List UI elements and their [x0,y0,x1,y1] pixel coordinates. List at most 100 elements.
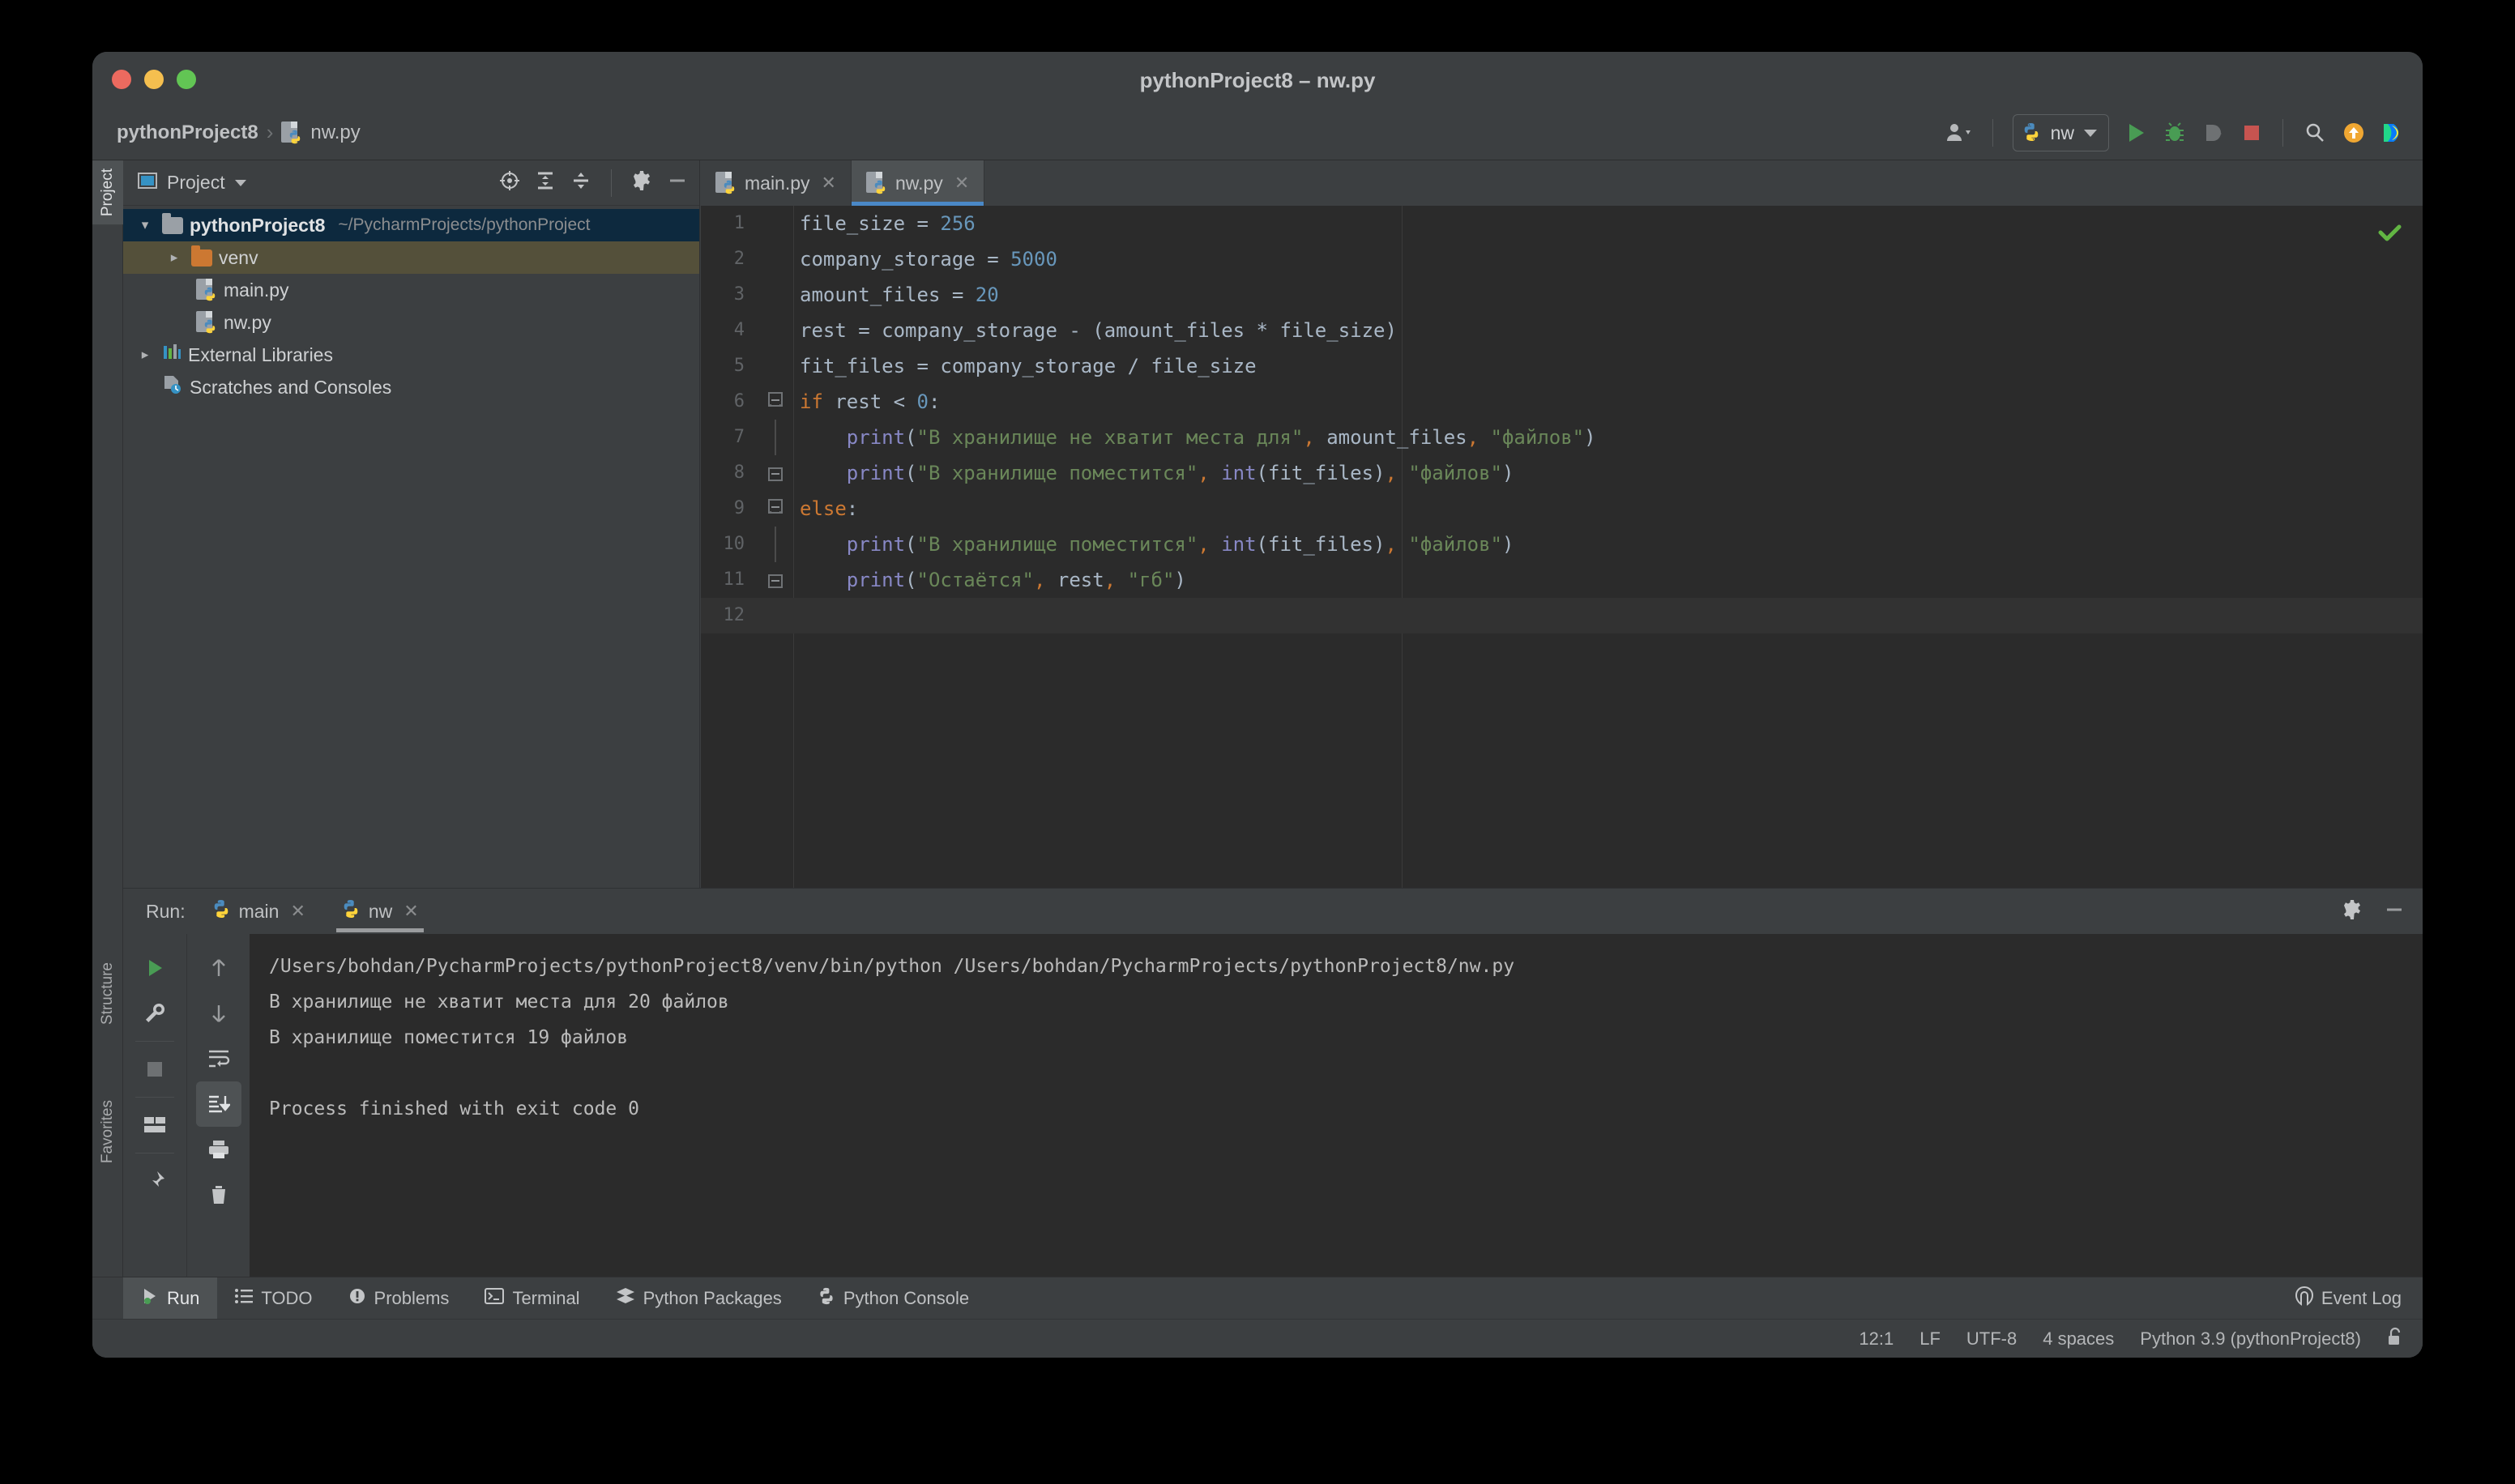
breadcrumb[interactable]: pythonProject8 › nw.py [92,120,361,145]
editor-tab-main-py[interactable]: main.py ✕ [701,160,852,206]
chevron-down-icon[interactable]: ▾ [135,217,156,233]
code-line-1[interactable]: 1 file_size = 256 [701,206,2423,241]
code-line-11[interactable]: 11 print("Остаётся", rest, "гб") [701,562,2423,598]
run-with-coverage-icon[interactable] [2201,121,2226,145]
line-separator[interactable]: LF [1919,1328,1941,1350]
file-encoding[interactable]: UTF-8 [1966,1328,2017,1350]
bottom-tab-todo[interactable]: TODO [217,1277,330,1320]
run-icon[interactable] [2124,121,2148,145]
collapse-all-icon[interactable] [570,170,591,195]
hide-icon[interactable] [667,170,688,195]
expand-all-icon[interactable] [535,170,556,195]
code-line-5[interactable]: 5 fit_files = company_storage / file_siz… [701,348,2423,384]
close-icon[interactable]: ✕ [290,901,305,922]
settings-icon[interactable] [2342,899,2363,924]
debug-icon[interactable] [2163,121,2187,145]
indent-setting[interactable]: 4 spaces [2043,1328,2114,1350]
fold-column[interactable] [759,455,793,491]
close-icon[interactable]: ✕ [822,173,836,194]
tree-item-pythonproject8[interactable]: ▾ pythonProject8 ~/PycharmProjects/pytho… [123,209,699,241]
rerun-icon[interactable] [132,945,177,991]
fold-column[interactable] [759,384,793,420]
python-interpreter[interactable]: Python 3.9 (pythonProject8) [2140,1328,2361,1350]
settings-icon[interactable] [631,170,652,195]
search-icon[interactable] [2303,121,2327,145]
tree-label: External Libraries [188,343,333,365]
trash-icon[interactable] [196,1172,241,1217]
navigation-bar: pythonProject8 › nw.py nw [92,105,2423,160]
code-line-4[interactable]: 4 rest = company_storage - (amount_files… [701,313,2423,348]
scroll-to-end-icon[interactable] [195,1081,241,1127]
code-lines[interactable]: 1 file_size = 256 2 company_storage = 50… [701,206,2423,633]
chevron-right-icon[interactable]: ▸ [135,347,156,363]
chevron-right-icon[interactable]: ▸ [164,249,185,266]
chevron-down-icon[interactable] [2084,129,2097,137]
run-tab-nw[interactable]: nw ✕ [331,889,429,934]
layout-icon[interactable] [132,1102,177,1148]
scratches-icon [162,375,183,399]
tree-item-nw-py[interactable]: nw.py [123,306,699,339]
user-icon[interactable] [1945,122,1973,144]
fold-end-icon[interactable] [766,463,785,481]
code-line-2[interactable]: 2 company_storage = 5000 [701,241,2423,277]
toolbar-separator [135,1041,174,1042]
editor-tab-nw-py[interactable]: nw.py ✕ [851,160,985,206]
code-text: amount_files = 20 [800,284,999,306]
run-configuration-selector[interactable]: nw [2012,114,2109,151]
fold-collapse-icon[interactable] [766,392,785,412]
desktop-background: pythonProject8 – nw.py pythonProject8 › … [0,0,2515,1484]
bottom-tab-label: Python Console [843,1287,970,1308]
rail-item-project[interactable]: Project [92,160,123,225]
fold-column[interactable] [759,562,793,598]
bottom-tab-problems[interactable]: Problems [331,1277,468,1320]
update-icon[interactable] [2342,121,2366,145]
down-icon[interactable] [196,991,241,1036]
bottom-tab-python-console[interactable]: Python Console [800,1277,987,1320]
print-icon[interactable] [196,1127,241,1172]
code-line-8[interactable]: 8 print("В хранилище поместится", int(fi… [701,455,2423,491]
tree-label: nw.py [224,311,271,333]
tree-item-main-py[interactable]: main.py [123,274,699,306]
stop-icon[interactable] [2240,122,2263,144]
run-tab-main[interactable]: main ✕ [202,889,315,934]
code-line-3[interactable]: 3 amount_files = 20 [701,277,2423,313]
line-number: 4 [733,320,745,340]
breadcrumb-project[interactable]: pythonProject8 [117,122,258,144]
unlocked-icon[interactable] [2387,1327,2403,1351]
fold-collapse-icon[interactable] [766,499,785,518]
event-log-button[interactable]: Event Log [2295,1286,2423,1311]
pin-icon[interactable] [132,1158,177,1204]
tree-item-scratches-and-consoles[interactable]: Scratches and Consoles [123,371,699,403]
code-line-6[interactable]: 6 if rest < 0: [701,384,2423,420]
rail-item-structure[interactable]: Structure [92,954,123,1033]
code-line-7[interactable]: 7 print("В хранилище не хватит места для… [701,420,2423,455]
jetbrains-toolbox-icon[interactable] [2380,121,2405,145]
fold-column[interactable] [759,491,793,527]
fold-column [759,277,793,313]
run-panel-label: Run: [146,900,186,922]
code-line-12[interactable]: 12 [701,598,2423,633]
chevron-down-icon[interactable] [234,179,246,186]
tree-item-external-libraries[interactable]: ▸ External Libraries [123,339,699,371]
close-icon[interactable]: ✕ [954,173,969,194]
bottom-tab-run[interactable]: Run [123,1277,218,1320]
bottom-tab-python-packages[interactable]: Python Packages [598,1277,800,1320]
hide-icon[interactable] [2384,899,2405,924]
code-line-10[interactable]: 10 print("В хранилище поместится", int(f… [701,527,2423,562]
bottom-tab-terminal[interactable]: Terminal [467,1277,597,1320]
soft-wrap-icon[interactable] [196,1036,241,1081]
caret-position[interactable]: 12:1 [1859,1328,1894,1350]
fold-column [759,313,793,348]
up-icon[interactable] [196,945,241,991]
line-number: 1 [733,213,745,233]
close-icon[interactable]: ✕ [404,901,418,922]
code-text: rest = company_storage - (amount_files *… [800,319,1397,342]
locate-icon[interactable] [499,170,520,195]
rail-item-favorites[interactable]: Favorites [92,1092,123,1171]
breadcrumb-file[interactable]: nw.py [310,122,360,144]
code-line-9[interactable]: 9 else: [701,491,2423,527]
wrench-icon[interactable] [132,991,177,1036]
tree-item-venv[interactable]: ▸ venv [123,241,699,274]
stop-icon[interactable] [132,1047,177,1092]
fold-end-icon[interactable] [766,570,785,588]
